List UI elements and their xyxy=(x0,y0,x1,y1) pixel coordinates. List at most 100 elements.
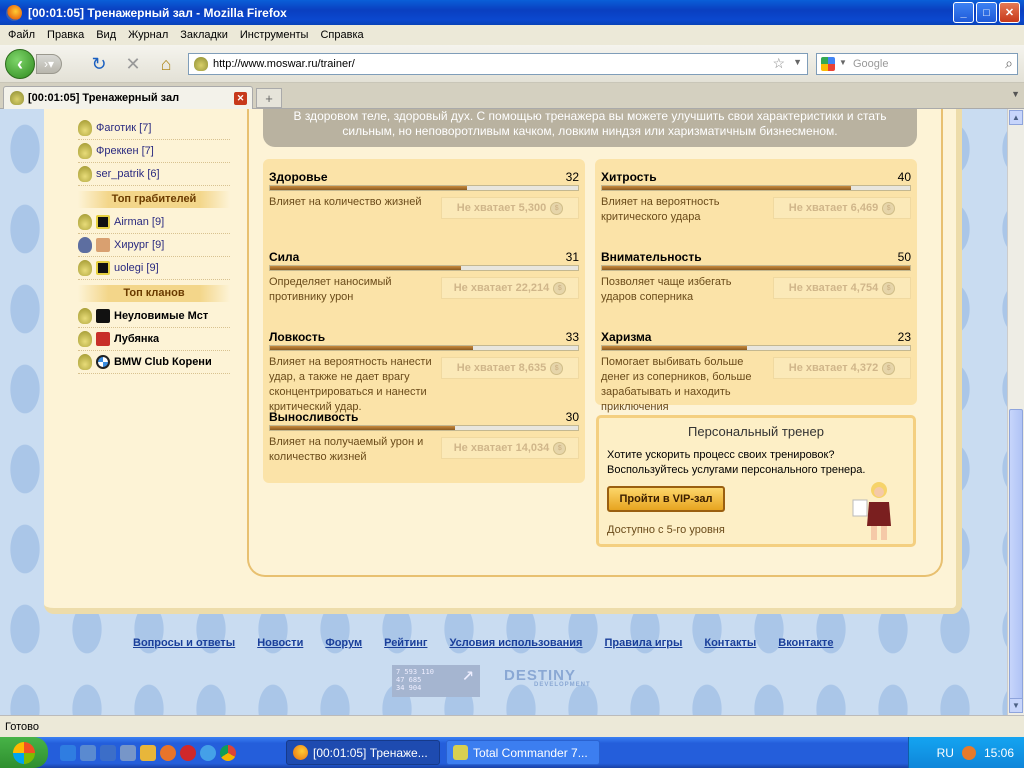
destiny-logo[interactable]: DESTINY DEVELOPMENT xyxy=(504,667,591,688)
menu-help[interactable]: Справка xyxy=(316,29,371,41)
train-agility-button[interactable]: Не хватает 8,635 $ xyxy=(441,357,579,379)
footer-link-terms[interactable]: Условия использования xyxy=(449,637,582,649)
train-endurance-button[interactable]: Не хватает 14,034 $ xyxy=(441,437,579,459)
url-dropdown-icon[interactable]: ▼ xyxy=(793,57,802,67)
footer-link-faq[interactable]: Вопросы и ответы xyxy=(133,637,235,649)
minimize-button[interactable]: _ xyxy=(953,2,974,23)
menu-file[interactable]: Файл xyxy=(4,29,43,41)
bookmark-star-icon[interactable]: ☆ xyxy=(772,55,785,72)
trainer-availability: Доступно с 5-го уровня xyxy=(607,524,725,536)
start-button[interactable] xyxy=(0,737,48,768)
top-clan-item[interactable]: Лубянка xyxy=(78,328,230,351)
menu-tools[interactable]: Инструменты xyxy=(236,29,317,41)
top-player-item[interactable]: Фаготик [7] xyxy=(78,117,230,140)
search-placeholder: Google xyxy=(853,58,889,70)
top-clan-item[interactable]: Неуловимые Мст xyxy=(78,305,230,328)
top-clan-item[interactable]: BMW Club Корени xyxy=(78,351,230,374)
footer-link-forum[interactable]: Форум xyxy=(325,637,362,649)
coin-icon: $ xyxy=(550,361,564,375)
train-attention-button[interactable]: Не хватает 4,754 $ xyxy=(773,277,911,299)
top-player-item[interactable]: Фреккен [7] xyxy=(78,140,230,163)
stat-progress-bar xyxy=(269,185,579,191)
windows-logo-icon xyxy=(13,741,35,764)
url-text: http://www.moswar.ru/trainer/ xyxy=(213,58,355,70)
scroll-down-icon[interactable]: ▼ xyxy=(1009,698,1023,713)
search-input[interactable]: ▼ Google ⌕ xyxy=(816,53,1018,75)
footer-link-news[interactable]: Новости xyxy=(257,637,303,649)
task-firefox[interactable]: [00:01:05] Тренаже... xyxy=(286,740,440,765)
footer-link-rating[interactable]: Рейтинг xyxy=(384,637,427,649)
onion-icon xyxy=(78,308,92,324)
new-tab-button[interactable]: + xyxy=(256,88,282,108)
maximize-button[interactable]: □ xyxy=(976,2,997,23)
tab-close-icon[interactable]: ✕ xyxy=(234,92,247,105)
vip-hall-button[interactable]: Пройти в VIP-зал xyxy=(607,486,725,512)
menu-view[interactable]: Вид xyxy=(92,29,124,41)
firefox-icon xyxy=(293,745,308,760)
url-bar[interactable]: http://www.moswar.ru/trainer/ ☆ ▼ xyxy=(188,53,808,75)
firefox-icon[interactable] xyxy=(160,744,176,761)
reload-icon[interactable]: ↻ xyxy=(88,54,110,74)
home-icon[interactable]: ⌂ xyxy=(155,54,177,74)
footer-link-rules[interactable]: Правила игры xyxy=(604,637,682,649)
footer-link-vkontakte[interactable]: Вконтакте xyxy=(778,637,833,649)
coin-icon: $ xyxy=(882,281,896,295)
stat-agility: Ловкость 33 Влияет на вероятность нанест… xyxy=(269,330,579,413)
top-clans-heading: Топ кланов xyxy=(78,285,230,302)
page-scrollbar[interactable]: ▲ ▼ xyxy=(1007,109,1024,715)
stat-progress-bar xyxy=(269,425,579,431)
close-button[interactable]: ✕ xyxy=(999,2,1020,23)
opera-icon[interactable] xyxy=(180,744,196,761)
floppy-icon[interactable] xyxy=(120,744,136,761)
stat-attention: Внимательность 50 Позволяет чаще избегат… xyxy=(601,250,911,303)
train-charisma-button[interactable]: Не хватает 4,372 $ xyxy=(773,357,911,379)
desktop-icon[interactable] xyxy=(80,744,96,761)
train-health-button[interactable]: Не хватает 5,300 $ xyxy=(441,197,579,219)
clock: 15:06 xyxy=(983,745,1014,760)
forward-button[interactable]: ›▾ xyxy=(36,54,62,74)
top-robber-item[interactable]: Хирург [9] xyxy=(78,234,230,257)
stop-icon[interactable]: ✕ xyxy=(122,54,144,74)
coin-icon: $ xyxy=(553,281,567,295)
task-total-commander[interactable]: Total Commander 7... xyxy=(446,740,600,765)
messenger-icon[interactable] xyxy=(200,744,216,761)
footer-link-contacts[interactable]: Контакты xyxy=(704,637,756,649)
footer-links: Вопросы и ответы Новости Форум Рейтинг У… xyxy=(133,637,855,649)
stat-cunning: Хитрость 40 Влияет на вероятность критич… xyxy=(601,170,911,223)
folder-icon[interactable] xyxy=(140,744,156,761)
ie-icon[interactable] xyxy=(60,744,76,761)
train-cunning-button[interactable]: Не хватает 6,469 $ xyxy=(773,197,911,219)
stat-charisma: Харизма 23 Помогает выбивать больше дене… xyxy=(601,330,911,413)
coin-icon: $ xyxy=(882,201,896,215)
stat-endurance: Выносливость 30 Влияет на получаемый уро… xyxy=(269,410,579,463)
scroll-up-icon[interactable]: ▲ xyxy=(1009,110,1023,125)
top-player-item[interactable]: ser_patrik [6] xyxy=(78,163,230,186)
tab-trainer[interactable]: [00:01:05] Тренажерный зал ✕ xyxy=(3,86,253,109)
media-player-icon[interactable] xyxy=(100,744,116,761)
top-robber-item[interactable]: uolegi [9] xyxy=(78,257,230,280)
menu-history[interactable]: Журнал xyxy=(124,29,176,41)
quick-launch xyxy=(60,744,236,761)
tray-app-icon[interactable] xyxy=(961,745,976,760)
stat-progress-bar xyxy=(601,265,911,271)
menu-edit[interactable]: Правка xyxy=(43,29,92,41)
back-button[interactable]: ‹ xyxy=(5,49,35,79)
train-strength-button[interactable]: Не хватает 22,214 $ xyxy=(441,277,579,299)
chrome-icon[interactable] xyxy=(220,744,236,761)
page-viewport: Фаготик [7] Фреккен [7] ser_patrik [6] Т… xyxy=(0,109,1007,715)
google-icon[interactable] xyxy=(821,57,835,71)
trainer-text: Хотите ускорить процесс своих тренировок… xyxy=(607,449,866,476)
search-icon[interactable]: ⌕ xyxy=(1005,55,1013,72)
top-robber-item[interactable]: Airman [9] xyxy=(78,211,230,234)
tab-bar: [00:01:05] Тренажерный зал ✕ + ▼ xyxy=(0,83,1024,109)
language-indicator[interactable]: RU xyxy=(937,746,954,760)
search-engine-dropdown-icon[interactable]: ▼ xyxy=(839,58,847,67)
status-text: Готово xyxy=(5,720,39,733)
menu-bookmarks[interactable]: Закладки xyxy=(176,29,236,41)
trainer-title: Персональный тренер xyxy=(688,424,824,439)
tab-list-icon[interactable]: ▼ xyxy=(1011,89,1020,99)
visit-counter[interactable]: 7 593 110 47 685 34 904 ↗ xyxy=(392,663,480,697)
scroll-thumb[interactable] xyxy=(1009,409,1023,703)
stat-progress-bar xyxy=(269,345,579,351)
coin-icon: $ xyxy=(550,201,564,215)
